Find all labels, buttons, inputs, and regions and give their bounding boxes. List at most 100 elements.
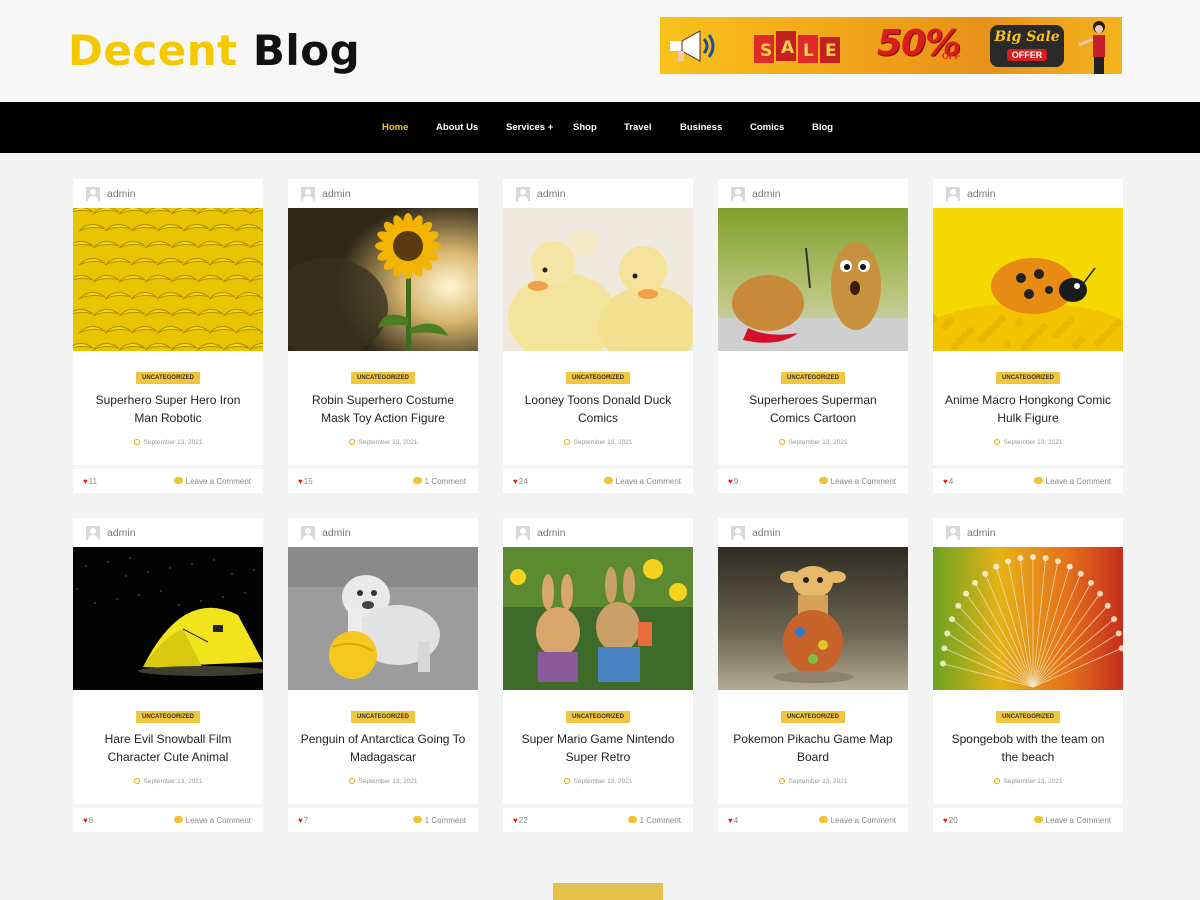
post-author[interactable]: admin (86, 187, 136, 201)
site-header: Decent Blog S A L E 50% OFF Big Sale OFF… (0, 0, 1200, 102)
post-thumbnail[interactable] (933, 208, 1123, 351)
comments-text[interactable]: Leave a Comment (1046, 477, 1111, 486)
post-author[interactable]: admin (516, 526, 566, 540)
post-thumbnail[interactable] (503, 547, 693, 690)
post-title[interactable]: Hare Evil Snowball Film Character Cute A… (83, 730, 253, 766)
category-badge[interactable]: UNCATEGORIZED (136, 372, 200, 384)
post-thumbnail[interactable] (73, 547, 263, 690)
post-thumbnail[interactable] (73, 208, 263, 351)
author-name[interactable]: admin (967, 527, 996, 539)
author-name[interactable]: admin (537, 527, 566, 539)
nav-item-services[interactable]: Services + (506, 122, 553, 133)
nav-item-shop[interactable]: Shop (573, 122, 597, 133)
post-thumbnail[interactable] (718, 547, 908, 690)
post-title[interactable]: Robin Superhero Costume Mask Toy Action … (298, 391, 468, 427)
comments-link[interactable]: 1 Comment (412, 816, 466, 825)
comments-text[interactable]: Leave a Comment (831, 477, 896, 486)
post-card-footer: ♥4 Leave a Comment (718, 808, 908, 832)
post-date-text: September 13, 2021 (358, 778, 418, 785)
flame-icon: ♥ (83, 477, 88, 486)
comments-link[interactable]: Leave a Comment (1033, 816, 1111, 825)
category-badge[interactable]: UNCATEGORIZED (996, 711, 1060, 723)
post-author[interactable]: admin (946, 526, 996, 540)
comment-icon (173, 477, 183, 484)
post-date-text: September 13, 2021 (573, 778, 633, 785)
post-author[interactable]: admin (946, 187, 996, 201)
comments-text[interactable]: Leave a Comment (1046, 816, 1111, 825)
author-name[interactable]: admin (107, 188, 136, 200)
nav-item-comics[interactable]: Comics (750, 122, 784, 133)
comments-text[interactable]: Leave a Comment (616, 477, 681, 486)
post-date: September 13, 2021 (73, 439, 263, 446)
post-title[interactable]: Pokemon Pikachu Game Map Board (728, 730, 898, 766)
comment-icon (173, 816, 183, 823)
author-name[interactable]: admin (322, 527, 351, 539)
post-views: ♥20 (943, 816, 958, 825)
sale-banner-ad[interactable]: S A L E 50% OFF Big Sale OFFER (660, 17, 1122, 74)
comments-link[interactable]: Leave a Comment (818, 477, 896, 486)
nav-item-home[interactable]: Home (382, 122, 408, 133)
views-count: 4 (733, 816, 739, 825)
comments-link[interactable]: 1 Comment (627, 816, 681, 825)
post-title[interactable]: Looney Toons Donald Duck Comics (513, 391, 683, 427)
category-badge[interactable]: UNCATEGORIZED (781, 711, 845, 723)
comments-link[interactable]: Leave a Comment (1033, 477, 1111, 486)
comments-text[interactable]: Leave a Comment (186, 816, 251, 825)
comments-text[interactable]: 1 Comment (425, 477, 466, 486)
comments-text[interactable]: Leave a Comment (831, 816, 896, 825)
nav-item-about-us[interactable]: About Us (436, 122, 478, 133)
post-card-body: admin UNCATEGORIZED Superheroes Superman… (718, 179, 908, 465)
post-author[interactable]: admin (731, 526, 781, 540)
author-name[interactable]: admin (967, 188, 996, 200)
comments-link[interactable]: Leave a Comment (173, 816, 251, 825)
author-name[interactable]: admin (537, 188, 566, 200)
nav-item-travel[interactable]: Travel (624, 122, 651, 133)
author-name[interactable]: admin (752, 527, 781, 539)
category-badge[interactable]: UNCATEGORIZED (566, 372, 630, 384)
post-thumbnail[interactable] (288, 208, 478, 351)
comments-link[interactable]: 1 Comment (412, 477, 466, 486)
post-title[interactable]: Anime Macro Hongkong Comic Hulk Figure (943, 391, 1113, 427)
post-author[interactable]: admin (301, 526, 351, 540)
post-title[interactable]: Super Mario Game Nintendo Super Retro (513, 730, 683, 766)
nav-item-business[interactable]: Business (680, 122, 722, 133)
load-more-button[interactable] (553, 883, 663, 900)
author-name[interactable]: admin (752, 188, 781, 200)
category-badge[interactable]: UNCATEGORIZED (566, 711, 630, 723)
post-author[interactable]: admin (516, 187, 566, 201)
post-thumbnail[interactable] (718, 208, 908, 351)
comments-text[interactable]: 1 Comment (640, 816, 681, 825)
svg-text:L: L (803, 41, 814, 61)
category-badge[interactable]: UNCATEGORIZED (781, 372, 845, 384)
post-thumbnail[interactable] (933, 547, 1123, 690)
post-image-sunflower (288, 208, 478, 351)
comment-icon (412, 816, 422, 823)
category-badge[interactable]: UNCATEGORIZED (351, 372, 415, 384)
comments-text[interactable]: Leave a Comment (186, 477, 251, 486)
comment-icon (1033, 816, 1043, 823)
author-name[interactable]: admin (107, 527, 136, 539)
avatar-icon (516, 187, 530, 201)
category-badge[interactable]: UNCATEGORIZED (136, 711, 200, 723)
post-thumbnail[interactable] (288, 547, 478, 690)
post-thumbnail[interactable] (503, 208, 693, 351)
category-badge[interactable]: UNCATEGORIZED (996, 372, 1060, 384)
post-title[interactable]: Superheroes Superman Comics Cartoon (728, 391, 898, 427)
comments-link[interactable]: Leave a Comment (603, 477, 681, 486)
post-author[interactable]: admin (301, 187, 351, 201)
post-card-footer: ♥11 Leave a Comment (73, 469, 263, 493)
post-image-potatoes (718, 208, 908, 351)
nav-item-blog[interactable]: Blog (812, 122, 833, 133)
author-name[interactable]: admin (322, 188, 351, 200)
post-title[interactable]: Superhero Super Hero Iron Man Robotic (83, 391, 253, 427)
comments-link[interactable]: Leave a Comment (818, 816, 896, 825)
site-logo[interactable]: Decent Blog (68, 26, 360, 75)
category-badge[interactable]: UNCATEGORIZED (351, 711, 415, 723)
comments-link[interactable]: Leave a Comment (173, 477, 251, 486)
post-title[interactable]: Spongebob with the team on the beach (943, 730, 1113, 766)
comments-text[interactable]: 1 Comment (425, 816, 466, 825)
post-title[interactable]: Penguin of Antarctica Going To Madagasca… (298, 730, 468, 766)
clock-icon (563, 439, 570, 445)
post-author[interactable]: admin (86, 526, 136, 540)
post-author[interactable]: admin (731, 187, 781, 201)
